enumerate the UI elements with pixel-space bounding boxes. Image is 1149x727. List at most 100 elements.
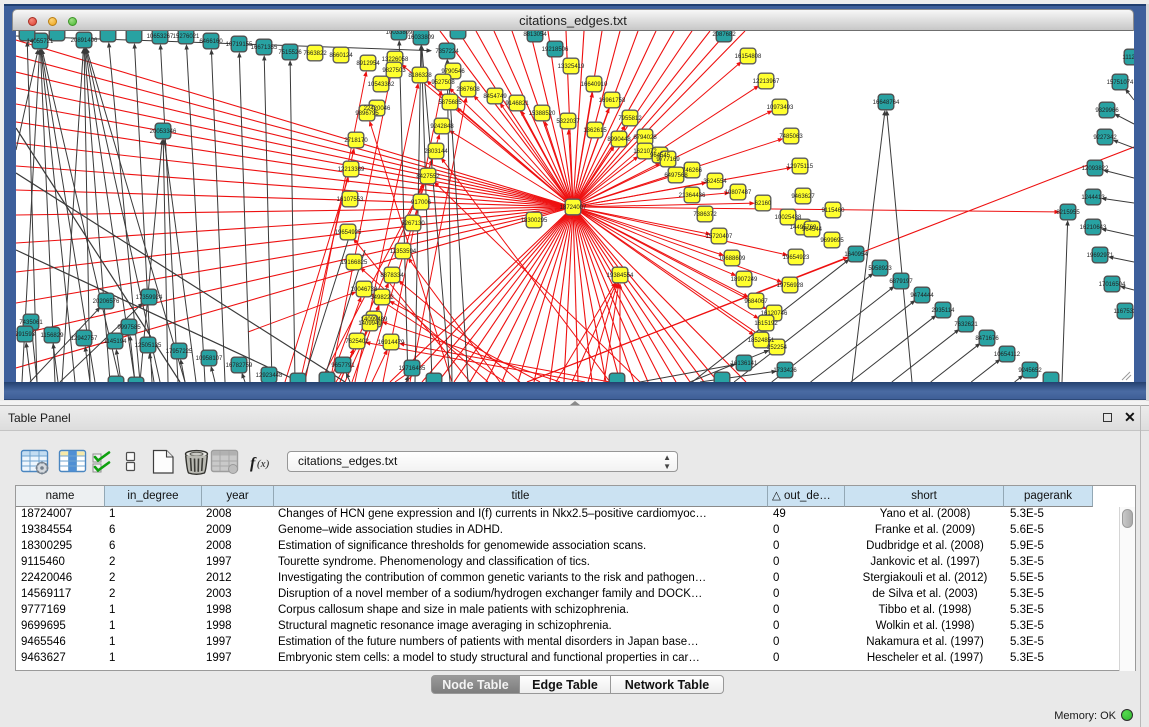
svg-text:15751074: 15751074 [1107,80,1134,86]
svg-text:9227342: 9227342 [1093,135,1117,141]
svg-text:16640910: 16640910 [581,82,608,88]
svg-text:1145194: 1145194 [104,339,128,345]
svg-text:10719155: 10719155 [226,42,253,48]
svg-text:2087682: 2087682 [712,32,736,38]
svg-text:f: f [250,455,257,472]
svg-text:16120746: 16120746 [761,311,788,317]
svg-text:12093822: 12093822 [1082,166,1109,172]
svg-text:1156829: 1156829 [41,333,65,339]
svg-text:8990448: 8990448 [607,137,631,143]
svg-text:1409949: 1409949 [358,321,382,327]
svg-text:14055721: 14055721 [27,39,54,45]
svg-text:9115460: 9115460 [822,208,846,214]
svg-text:16648764: 16648764 [873,100,900,106]
svg-text:12505135: 12505135 [135,343,162,349]
svg-text:12213967: 12213967 [753,79,780,85]
svg-text:2935114: 2935114 [932,308,956,314]
svg-text:13325419: 13325419 [558,64,585,70]
svg-text:17957225: 17957225 [166,349,193,355]
svg-text:7625402: 7625402 [345,339,369,345]
svg-text:9896795: 9896795 [355,111,379,117]
svg-text:15276021: 15276021 [173,34,200,40]
svg-text:8912954: 8912954 [356,61,380,67]
svg-text:252254: 252254 [767,345,788,351]
svg-text:7955812: 7955812 [618,116,642,122]
svg-text:18907249: 18907249 [731,277,758,283]
svg-text:8878334: 8878334 [380,273,404,279]
svg-text:(x): (x) [257,458,270,470]
svg-text:16136141: 16136141 [731,361,758,367]
svg-text:12975115: 12975115 [787,164,814,170]
svg-text:17016504: 17016504 [1099,282,1126,288]
svg-text:15388520: 15388520 [529,111,556,117]
svg-text:1244413: 1244413 [1081,195,1105,201]
svg-text:5322037: 5322037 [556,119,580,125]
svg-text:5875685: 5875685 [438,100,462,106]
svg-text:17359924: 17359924 [136,295,163,301]
svg-text:9474444: 9474444 [910,293,934,299]
svg-text:16107553: 16107553 [337,197,364,203]
svg-text:2803144: 2803144 [424,149,448,155]
svg-text:8186328: 8186328 [408,73,432,79]
svg-text:9245652: 9245652 [1018,368,1042,374]
svg-text:8215955: 8215955 [1056,210,1080,216]
svg-text:1362615: 1362615 [583,128,607,134]
svg-text:15720407: 15720407 [706,234,733,240]
svg-text:9527508: 9527508 [431,80,455,86]
svg-text:391593: 391593 [16,332,36,338]
svg-text:1167533: 1167533 [1114,309,1134,315]
svg-text:19692971: 19692971 [1087,253,1114,259]
svg-text:16782759: 16782759 [226,363,253,369]
svg-text:9463627: 9463627 [791,194,815,200]
svg-text:12942757: 12942757 [71,336,98,342]
svg-text:11353594: 11353594 [390,249,417,255]
svg-text:7357224: 7357224 [435,49,459,55]
svg-text:19384554: 19384554 [607,273,634,279]
svg-text:111245: 111245 [1122,55,1134,61]
svg-text:7485063: 7485063 [779,134,803,140]
svg-text:8813054: 8813054 [523,32,547,38]
svg-text:18300295: 18300295 [521,218,548,224]
svg-text:10807487: 10807487 [725,190,752,196]
svg-text:3624554: 3624554 [703,179,727,185]
svg-text:9699695: 9699695 [820,238,844,244]
svg-text:9329966: 9329966 [1095,108,1119,114]
svg-text:9827503: 9827503 [382,68,406,74]
svg-text:9146821: 9146821 [505,101,529,107]
svg-text:1615192: 1615192 [754,321,778,327]
svg-text:8454749: 8454749 [483,94,507,100]
svg-text:6879197: 6879197 [889,279,913,285]
svg-text:1733426: 1733426 [773,368,797,374]
svg-text:5958923: 5958923 [868,266,892,272]
svg-text:12213369: 12213369 [338,167,365,173]
svg-text:20053346: 20053346 [150,129,177,135]
svg-text:7632621: 7632621 [954,322,978,328]
svg-text:9777169: 9777169 [656,157,680,163]
svg-text:6497568: 6497568 [664,173,688,179]
svg-text:16671355: 16671355 [251,45,278,51]
svg-text:9242848: 9242848 [430,124,454,130]
svg-text:16154808: 16154808 [735,54,762,60]
svg-text:10688609: 10688609 [719,256,746,262]
svg-text:9657791: 9657791 [331,363,355,369]
svg-text:1640954: 1640954 [844,252,868,258]
svg-text:10025438: 10025438 [775,215,802,221]
svg-text:19166825: 19166825 [341,260,368,266]
svg-text:8660124: 8660124 [329,53,353,59]
svg-text:2718170: 2718170 [344,138,368,144]
svg-text:21364436: 21364436 [679,193,706,199]
svg-text:20891406: 20891406 [71,38,98,44]
svg-text:6466160: 6466160 [199,39,223,45]
svg-text:7663822: 7663822 [303,51,327,57]
svg-text:12923448: 12923448 [256,373,283,379]
svg-text:8471676: 8471676 [975,336,999,342]
svg-text:964544: 964544 [802,227,823,233]
svg-text:19654923: 19654923 [783,255,810,261]
svg-text:19654925: 19654925 [335,230,362,236]
svg-text:8267130: 8267130 [401,221,425,227]
svg-text:7386372: 7386372 [693,212,717,218]
svg-text:62160: 62160 [755,201,772,207]
svg-text:10973493: 10973493 [767,105,794,111]
svg-text:9997585: 9997585 [117,325,141,331]
svg-text:8427552: 8427552 [416,174,440,180]
